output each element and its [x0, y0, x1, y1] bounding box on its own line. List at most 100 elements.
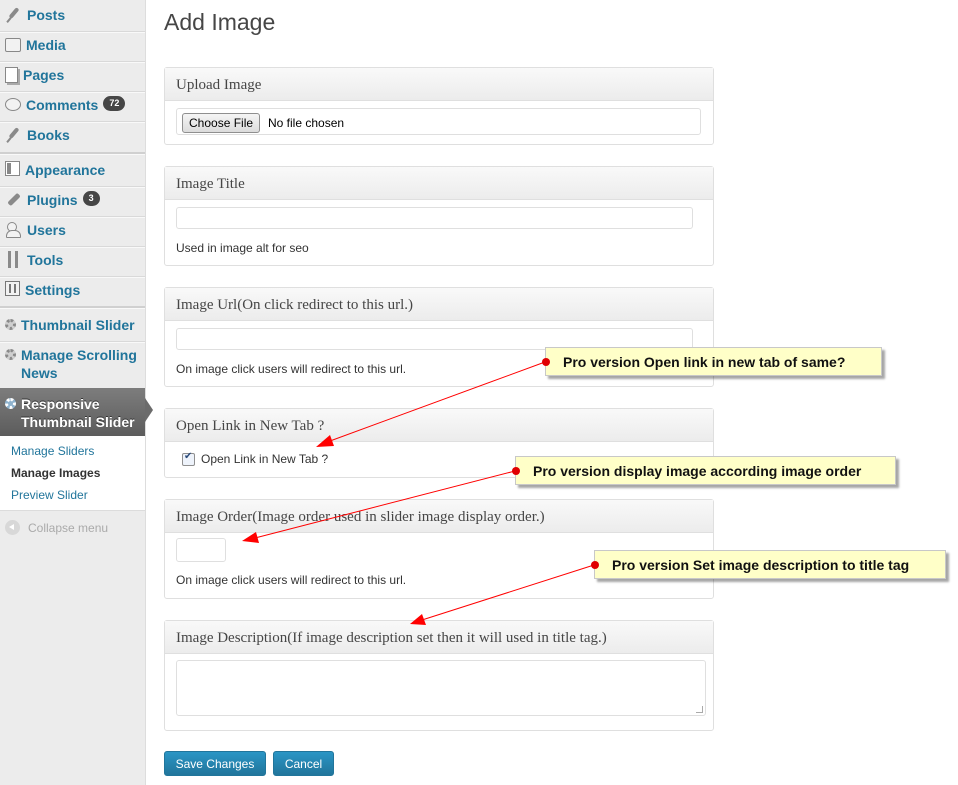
menu-item-posts[interactable]: Posts [0, 6, 145, 24]
menu-item-pages[interactable]: Pages [0, 66, 145, 84]
open-new-tab-heading: Open Link in New Tab ? [165, 409, 713, 442]
image-title-heading: Image Title [165, 167, 713, 200]
menu-separator [0, 31, 145, 33]
pages-icon [5, 67, 18, 83]
menu-separator [0, 121, 145, 123]
menu-label-line: News [21, 365, 58, 381]
comments-count-badge: 72 [103, 96, 126, 111]
collapse-menu-label: Collapse menu [28, 520, 109, 535]
menu-label-plugins: Plugins [27, 192, 78, 208]
menu-label-media: Media [26, 37, 66, 53]
menu-item-media[interactable]: Media [0, 36, 145, 54]
page-title: Add Image [164, 9, 276, 35]
gear-icon [5, 349, 16, 360]
active-menu-content: Responsive Thumbnail Slider [0, 395, 145, 431]
menu-label-pages: Pages [23, 67, 65, 83]
menu-item-books[interactable]: Books [0, 126, 145, 144]
callout-image-order: Pro version display image according imag… [512, 456, 896, 485]
callout-new-tab: Pro version Open link in new tab of same… [542, 347, 882, 376]
collapse-arrow-icon [5, 520, 20, 535]
gear-icon [5, 398, 16, 409]
menu-label-comments: Comments [26, 97, 99, 113]
callout-dot-icon [591, 561, 599, 569]
callout-text: Pro version Set image description to tit… [612, 557, 910, 573]
menu-item-manage-scrolling-news[interactable]: Manage Scrolling News [0, 346, 145, 382]
submenu-manage-sliders[interactable]: Manage Sliders [11, 444, 94, 458]
menu-label-responsive-thumbnail-slider: Responsive Thumbnail Slider [21, 395, 135, 431]
admin-sidebar: Posts Media Pages Comments 72 Books Appe… [0, 0, 153, 785]
menu-item-users[interactable]: Users [0, 221, 145, 239]
plugins-icon [5, 191, 22, 208]
pin-icon [5, 6, 22, 23]
menu-item-appearance[interactable]: Appearance [0, 161, 145, 179]
plugins-update-badge: 3 [82, 191, 100, 206]
open-new-tab-checkbox-label[interactable]: Open Link in New Tab ? [201, 452, 328, 466]
image-order-input[interactable] [176, 538, 226, 562]
callout-dot-icon [542, 358, 550, 366]
menu-label-books: Books [27, 127, 70, 143]
image-description-textarea[interactable] [176, 660, 706, 716]
media-icon [5, 38, 21, 52]
menu-separator [0, 91, 145, 93]
image-description-heading: Image Description(If image description s… [165, 621, 713, 654]
menu-group-separator [0, 152, 145, 155]
menu-label-line: Manage Scrolling [21, 347, 137, 363]
submenu-preview-slider[interactable]: Preview Slider [11, 488, 88, 502]
image-order-box: Image Order(Image order used in slider i… [164, 499, 714, 599]
open-new-tab-checkbox[interactable] [182, 451, 195, 466]
file-status: No file chosen [268, 116, 345, 130]
menu-label-line: Responsive [21, 396, 100, 412]
pin-icon [5, 126, 22, 143]
callout-dot-icon [512, 467, 520, 475]
image-title-box: Image Title Used in image alt for seo [164, 166, 714, 266]
file-input: Choose File No file chosen [176, 108, 701, 135]
comments-icon [5, 98, 21, 111]
submenu: Manage Sliders Manage Images Preview Sli… [0, 436, 145, 511]
settings-icon [5, 281, 20, 296]
tools-icon [5, 251, 22, 268]
callout-text: Pro version display image according imag… [533, 463, 862, 479]
upload-image-box: Upload Image Choose File No file chosen [164, 67, 714, 145]
active-menu-pointer [145, 398, 153, 422]
callout-text: Pro version Open link in new tab of same… [563, 354, 846, 370]
menu-separator [0, 186, 145, 188]
menu-label-manage-scrolling-news: Manage Scrolling News [21, 346, 137, 382]
users-icon [5, 221, 22, 238]
save-changes-button[interactable]: Save Changes [164, 751, 266, 776]
menu-label-tools: Tools [27, 252, 64, 268]
resize-handle-icon[interactable] [696, 706, 703, 713]
menu-item-settings[interactable]: Settings [0, 281, 145, 299]
image-order-hint: On image click users will redirect to th… [176, 573, 407, 587]
menu-label-settings: Settings [25, 282, 81, 298]
menu-separator [0, 61, 145, 63]
image-url-heading: Image Url(On click redirect to this url.… [165, 288, 713, 321]
menu-separator [0, 341, 145, 343]
menu-label-line: Thumbnail Slider [21, 414, 135, 430]
submenu-manage-images[interactable]: Manage Images [11, 466, 100, 480]
appearance-icon [5, 161, 20, 176]
menu-separator [0, 216, 145, 218]
collapse-menu-button[interactable]: Collapse menu [5, 520, 108, 535]
image-description-box: Image Description(If image description s… [164, 620, 714, 731]
menu-group-separator [0, 306, 145, 309]
image-title-input[interactable] [176, 207, 693, 229]
menu-separator [0, 246, 145, 248]
choose-file-button[interactable]: Choose File [182, 113, 261, 133]
callout-description: Pro version Set image description to tit… [591, 550, 946, 579]
menu-label-appearance: Appearance [25, 162, 106, 178]
upload-image-heading: Upload Image [165, 68, 713, 101]
menu-item-tools[interactable]: Tools [0, 251, 145, 269]
menu-item-thumbnail-slider[interactable]: Thumbnail Slider [0, 316, 145, 334]
menu-item-responsive-thumbnail-slider[interactable]: Responsive Thumbnail Slider [0, 388, 145, 436]
menu-item-plugins[interactable]: Plugins 3 [0, 191, 145, 209]
menu-item-comments[interactable]: Comments 72 [0, 96, 145, 114]
menu-label-thumbnail-slider: Thumbnail Slider [21, 317, 135, 333]
image-title-hint: Used in image alt for seo [176, 241, 309, 255]
menu-label-posts: Posts [27, 7, 66, 23]
image-url-hint: On image click users will redirect to th… [176, 362, 407, 376]
cancel-button[interactable]: Cancel [273, 751, 334, 776]
menu-label-users: Users [27, 222, 66, 238]
image-order-heading: Image Order(Image order used in slider i… [165, 500, 713, 533]
menu-separator [0, 276, 145, 278]
gear-icon [5, 319, 16, 330]
